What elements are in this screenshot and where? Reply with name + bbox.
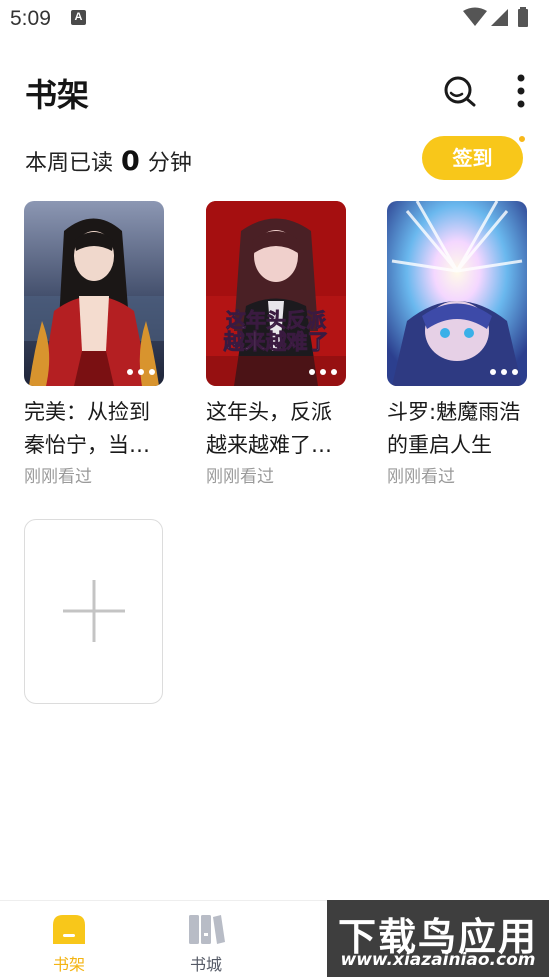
- weekly-reading-minutes: 0: [121, 146, 140, 177]
- header: 书架: [0, 66, 549, 118]
- status-time: 5:09: [10, 7, 51, 30]
- checkin-badge-dot: [517, 134, 527, 144]
- book-title: 这年头，反派越来越难了…: [206, 400, 332, 457]
- book-more-icon[interactable]: [487, 365, 521, 379]
- search-icon[interactable]: [440, 72, 478, 110]
- weekly-reading-row: 本周已读 0 分钟 签到: [0, 136, 549, 186]
- status-bar: 5:09 A: [0, 0, 549, 38]
- plus-icon: [63, 580, 125, 642]
- book-last-read: 刚刚看过: [206, 467, 274, 487]
- book-cover[interactable]: [387, 201, 527, 386]
- book-cover[interactable]: 这年头反派 越来越难了: [206, 201, 346, 386]
- weekly-reading-suffix: 分钟: [147, 151, 192, 176]
- wifi-icon: [463, 7, 487, 26]
- book-more-icon[interactable]: [306, 365, 340, 379]
- nav-label-bookstore: 书城: [189, 955, 222, 974]
- book-title: 完美：从捡到秦怡宁，当…: [24, 400, 150, 457]
- notification-glyph: A: [74, 11, 83, 23]
- book-cover[interactable]: [24, 201, 164, 386]
- nav-label-bookshelf: 书架: [52, 955, 85, 974]
- watermark: 下载鸟应用 www.xiazainiao.com: [327, 900, 549, 977]
- page-title: 书架: [25, 76, 90, 114]
- signal-icon: [491, 9, 508, 26]
- status-icons: [463, 7, 528, 27]
- bookshelf-icon: [53, 915, 85, 944]
- weekly-reading-text: 本周已读 0 分钟: [25, 145, 192, 177]
- weekly-reading-prefix: 本周已读: [25, 151, 114, 176]
- book-title: 斗罗:魅魔雨浩的重启人生: [387, 400, 521, 457]
- nav-item-bookstore[interactable]: 书城: [171, 911, 241, 974]
- book-last-read: 刚刚看过: [387, 467, 455, 487]
- add-book-card[interactable]: [24, 519, 163, 704]
- cover-text-line-2: 越来越难了: [223, 330, 329, 354]
- notification-icon: A: [71, 10, 86, 25]
- bookstore-icon: [189, 915, 225, 944]
- watermark-url: www.xiazainiao.com: [340, 950, 536, 970]
- checkin-button[interactable]: 签到: [422, 136, 523, 180]
- cover-text-line-1: 这年头反派: [226, 308, 327, 332]
- battery-icon: [518, 9, 528, 27]
- nav-item-bookshelf[interactable]: 书架: [34, 911, 104, 974]
- more-vertical-icon[interactable]: [507, 72, 535, 110]
- book-last-read: 刚刚看过: [24, 467, 92, 487]
- book-more-icon[interactable]: [124, 365, 158, 379]
